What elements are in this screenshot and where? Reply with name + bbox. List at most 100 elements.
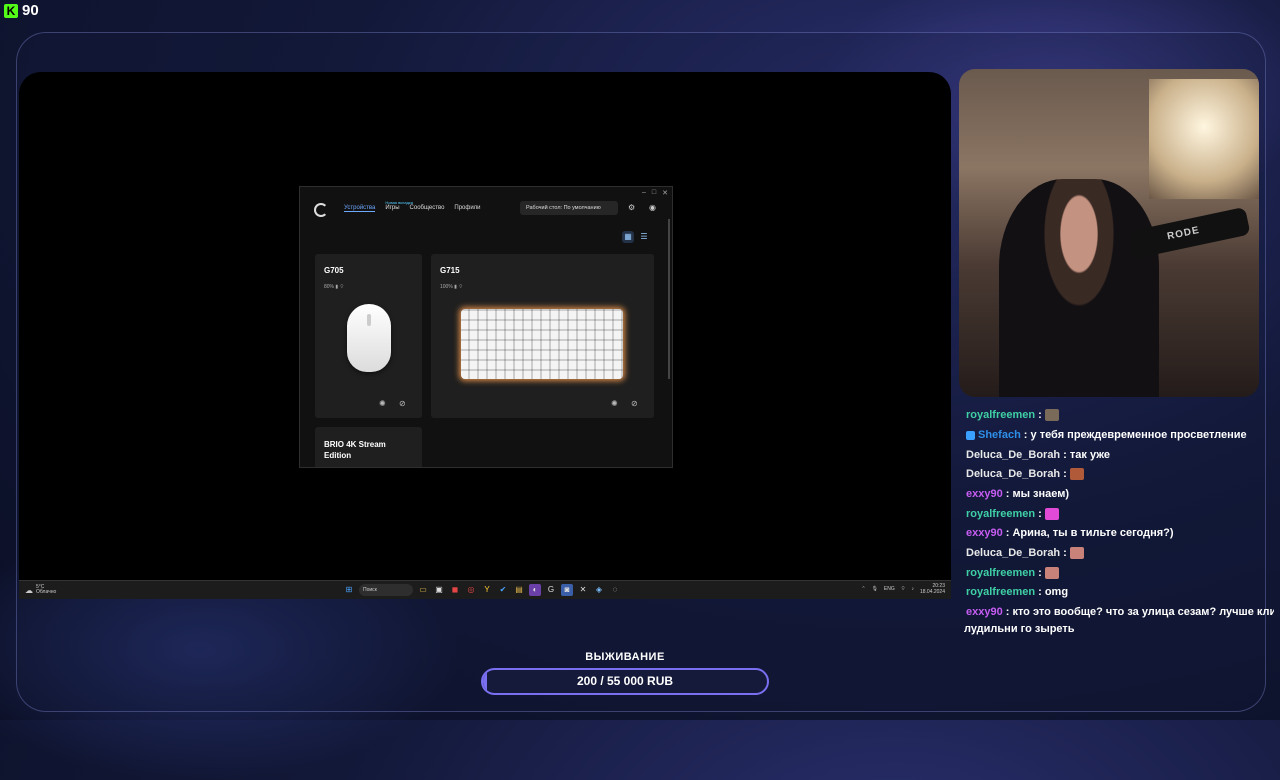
disabled-icon[interactable]: ⊘ bbox=[631, 399, 638, 408]
language-indicator[interactable]: ENG bbox=[884, 586, 895, 592]
chat-message: Deluca_De_Borah: так уже bbox=[966, 449, 1110, 461]
chat-username[interactable]: royalfreemen bbox=[966, 508, 1035, 520]
scrollbar[interactable] bbox=[668, 219, 670, 379]
user-account-icon[interactable]: ◉ bbox=[649, 203, 656, 212]
new-tab-badge: Новая вкладка bbox=[385, 200, 413, 205]
taskbar-apps: ⊞ Поиск ▭ ▣ ◼ ◎ Y ✔ ▤ ◐ G ◙ ✕ ◈ ◌ bbox=[343, 584, 621, 596]
chat-text: : bbox=[1063, 468, 1067, 480]
kick-logo-icon: K bbox=[4, 3, 18, 18]
chat-text: : bbox=[1063, 547, 1067, 559]
mouse-image bbox=[347, 304, 391, 372]
chat-username[interactable]: royalfreemen bbox=[966, 567, 1035, 579]
microphone-icon[interactable]: 🎙 bbox=[872, 586, 878, 592]
chat-message: royalfreemen: bbox=[966, 508, 1059, 520]
lighting-icon[interactable]: ✺ bbox=[379, 399, 386, 408]
battery-status: 80% ▮ ⌔ bbox=[324, 284, 345, 290]
settings-gear-icon[interactable]: ⚙ bbox=[628, 203, 635, 212]
battery-status: 100% ▮ ⌔ bbox=[440, 284, 464, 290]
prime-badge-icon bbox=[966, 430, 975, 440]
ghub-taskbar-icon[interactable]: G bbox=[545, 584, 557, 596]
chat-text: : Арина, ты в тильте сегодня?) bbox=[1005, 527, 1174, 539]
chat-text: : omg bbox=[1038, 586, 1069, 598]
streamer bbox=[999, 179, 1159, 397]
taskbar-search[interactable]: Поиск bbox=[359, 584, 413, 596]
chat-text: : bbox=[1038, 409, 1042, 421]
clock-date: 18.04.2024 bbox=[919, 589, 945, 595]
folder-icon[interactable]: ▭ bbox=[417, 584, 429, 596]
task-view-icon[interactable]: ▣ bbox=[433, 584, 445, 596]
list-view-icon[interactable]: ☰ bbox=[638, 231, 650, 243]
goal-amount: 200 / 55 000 RUB bbox=[576, 674, 674, 688]
app-icon[interactable]: ◌ bbox=[609, 584, 621, 596]
tab-games[interactable]: Новая вкладка Игры bbox=[385, 200, 413, 212]
weather-widget[interactable]: ☁ 5°C Облачно bbox=[25, 585, 56, 595]
minimize-button[interactable]: – bbox=[642, 189, 646, 197]
kick-viewer-counter: K 90 bbox=[4, 2, 39, 19]
chevron-up-icon[interactable]: ⌃ bbox=[861, 586, 865, 592]
app-icon[interactable]: ◈ bbox=[593, 584, 605, 596]
tab-devices[interactable]: Устройства bbox=[344, 205, 376, 212]
ghub-nav: Устройства Новая вкладка Игры Сообщество … bbox=[344, 200, 481, 212]
disabled-icon[interactable]: ⊘ bbox=[399, 399, 406, 408]
tab-profiles[interactable]: Профили bbox=[454, 205, 480, 212]
capcut-icon[interactable]: ✕ bbox=[577, 584, 589, 596]
close-button[interactable]: ✕ bbox=[662, 189, 668, 197]
chat-message: Deluca_De_Borah: bbox=[966, 547, 1084, 559]
emote-icon bbox=[1044, 409, 1059, 421]
keyboard-image bbox=[461, 309, 623, 379]
device-card-g715[interactable]: G715 100% ▮ ⌔ ✺ ⊘ bbox=[431, 254, 654, 418]
file-explorer-icon[interactable]: ▤ bbox=[513, 584, 525, 596]
wifi-icon[interactable]: ⌔ bbox=[901, 586, 906, 592]
profile-selector[interactable]: Рабочий стол: По умолчанию bbox=[520, 201, 618, 215]
chat-username[interactable]: exxy90 bbox=[966, 527, 1003, 539]
volume-icon[interactable]: ♪ bbox=[911, 586, 914, 592]
goal-title: ВЫЖИВАНИЕ bbox=[585, 651, 665, 663]
app-icon[interactable]: ◙ bbox=[561, 584, 573, 596]
maximize-button[interactable]: □ bbox=[652, 189, 656, 197]
system-tray: ⌃ 🎙 ENG ⌔ ♪ 20:23 18.04.2024 bbox=[861, 583, 945, 595]
emote-icon bbox=[1044, 567, 1059, 579]
chat-message: exxy90: кто это вообще? что за улица сез… bbox=[966, 606, 1274, 618]
chat-text: : кто это вообще? что за улица сезам? лу… bbox=[1005, 606, 1274, 618]
device-card-g705[interactable]: G705 80% ▮ ⌔ ✺ ⊘ bbox=[315, 254, 422, 418]
chat-username[interactable]: Deluca_De_Borah bbox=[966, 449, 1060, 461]
device-name: BRIO 4K Stream Edition bbox=[324, 440, 386, 460]
chat-message: royalfreemen: bbox=[966, 409, 1059, 421]
lighting-icon[interactable]: ✺ bbox=[611, 399, 618, 408]
chat-username[interactable]: Shefach bbox=[978, 429, 1021, 441]
tab-community[interactable]: Сообщество bbox=[410, 205, 445, 212]
chat-message: exxy90: мы знаем) bbox=[966, 488, 1069, 500]
weather-desc: Облачно bbox=[36, 589, 57, 595]
device-card-brio[interactable]: BRIO 4K Stream Edition bbox=[315, 427, 422, 467]
clock[interactable]: 20:23 18.04.2024 bbox=[920, 583, 945, 595]
windows-taskbar: ☁ 5°C Облачно ⊞ Поиск ▭ ▣ ◼ ◎ Y ✔ ▤ ◐ G … bbox=[19, 580, 951, 599]
cloud-icon: ☁ bbox=[25, 585, 33, 595]
obs-icon[interactable]: ◐ bbox=[529, 584, 541, 596]
grid-view-icon[interactable]: ▦ bbox=[622, 231, 634, 243]
webcam-feed: RODE bbox=[959, 69, 1259, 397]
app-icon[interactable]: ◼ bbox=[449, 584, 461, 596]
chat-username[interactable]: royalfreemen bbox=[966, 409, 1035, 421]
checkmark-app-icon[interactable]: ✔ bbox=[497, 584, 509, 596]
view-toggle: ▦ ☰ bbox=[622, 231, 650, 243]
device-name: G715 bbox=[440, 266, 460, 275]
emote-icon bbox=[1069, 468, 1084, 480]
chat-message: royalfreemen: bbox=[966, 567, 1059, 579]
chat-username[interactable]: Deluca_De_Borah bbox=[966, 547, 1060, 559]
windows-start-icon[interactable]: ⊞ bbox=[343, 584, 355, 596]
chat-text: : у тебя преждевременное просветление bbox=[1023, 429, 1247, 441]
yandex-browser-icon[interactable]: Y bbox=[481, 584, 493, 596]
chat-text: : так уже bbox=[1063, 449, 1110, 461]
device-name: G705 bbox=[324, 266, 344, 275]
window-controls: – □ ✕ bbox=[642, 189, 668, 197]
emote-icon bbox=[1069, 547, 1084, 559]
chrome-icon[interactable]: ◎ bbox=[465, 584, 477, 596]
emote-icon bbox=[1044, 508, 1059, 520]
chat-username[interactable]: exxy90 bbox=[966, 606, 1003, 618]
mic-brand: RODE bbox=[1166, 224, 1201, 243]
chat-username[interactable]: Deluca_De_Borah bbox=[966, 468, 1060, 480]
chat-message: royalfreemen: omg bbox=[966, 586, 1068, 598]
chat-username[interactable]: exxy90 bbox=[966, 488, 1003, 500]
chat-message: Deluca_De_Borah: bbox=[966, 468, 1084, 480]
chat-username[interactable]: royalfreemen bbox=[966, 586, 1035, 598]
